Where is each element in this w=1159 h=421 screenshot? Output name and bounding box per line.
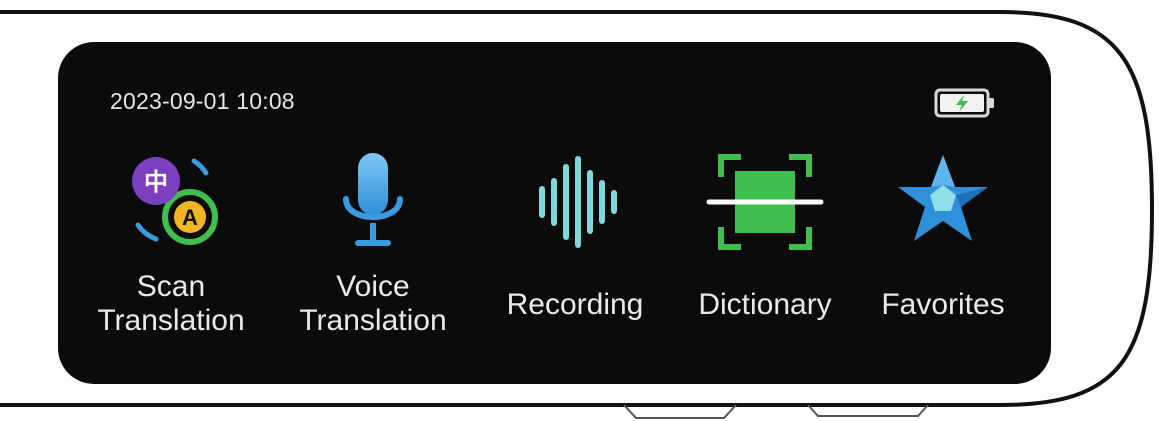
badge-letter-a: A xyxy=(182,205,198,230)
badge-chinese-char: 中 xyxy=(144,168,168,196)
sound-wave-icon xyxy=(539,156,617,248)
app-label-recording: Recording xyxy=(506,288,644,321)
scan-translation-icon: A 中 xyxy=(132,157,218,245)
app-recording[interactable]: Recording xyxy=(490,142,660,362)
app-label-favorites: Favorites xyxy=(881,288,1005,321)
app-favorites[interactable]: Favorites xyxy=(858,142,1028,362)
battery-charging-icon xyxy=(934,88,994,118)
app-dictionary[interactable]: Dictionary xyxy=(680,142,850,362)
microphone-icon xyxy=(343,153,403,246)
star-icon xyxy=(898,155,988,241)
device-screen: 2023-09-01 10:08 A 中 Scan Translation Vo… xyxy=(58,42,1051,384)
app-label-scan-translation: Scan Translation xyxy=(97,270,245,337)
app-scan-translation[interactable]: A 中 Scan Translation xyxy=(86,142,256,362)
app-label-voice-translation: Voice Translation xyxy=(299,270,447,337)
status-datetime: 2023-09-01 10:08 xyxy=(110,88,295,114)
app-label-dictionary: Dictionary xyxy=(698,288,832,321)
app-voice-translation[interactable]: Voice Translation xyxy=(288,142,458,362)
dictionary-scan-icon xyxy=(706,154,824,250)
